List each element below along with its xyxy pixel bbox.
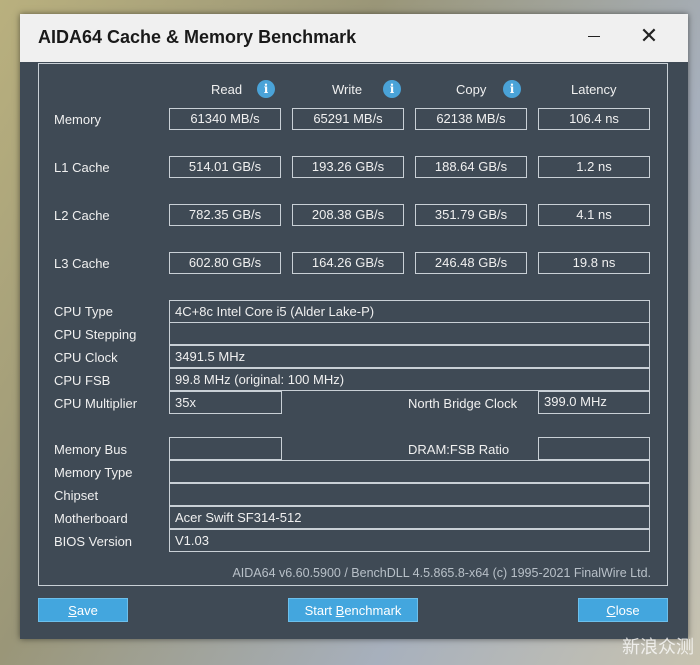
row-label-memory: Memory: [54, 112, 101, 127]
minimize-button[interactable]: [582, 24, 606, 48]
row-label-l3-cache: L3 Cache: [54, 256, 110, 271]
start-label-rest: enchmark: [344, 603, 402, 618]
bios-version-value: V1.03: [169, 529, 650, 552]
column-header-read: Read: [211, 82, 243, 97]
chipset-value: [169, 483, 650, 506]
cpu-fsb-value: 99.8 MHz (original: 100 MHz): [169, 368, 650, 391]
cpu-multiplier-label: CPU Multiplier: [54, 396, 138, 411]
row-label-l2-cache: L2 Cache: [54, 208, 110, 223]
l2-copy-value: 351.79 GB/s: [415, 204, 527, 226]
cpu-type-value: 4C+8c Intel Core i5 (Alder Lake-P): [169, 300, 650, 323]
benchmark-window: AIDA64 Cache & Memory Benchmark ✕ Read i…: [20, 14, 688, 639]
window-title: AIDA64 Cache & Memory Benchmark: [38, 27, 357, 47]
l1-copy-value: 188.64 GB/s: [415, 156, 527, 178]
l2-latency-value: 4.1 ns: [538, 204, 650, 226]
cpu-clock-label: CPU Clock: [54, 350, 118, 365]
cpu-fsb-label: CPU FSB: [54, 373, 111, 388]
memory-latency-value: 106.4 ns: [538, 108, 650, 130]
close-label-rest: lose: [615, 603, 640, 618]
cpu-clock-value: 3491.5 MHz: [169, 345, 650, 368]
watermark: 新浪众测: [622, 637, 694, 658]
l3-write-value: 164.26 GB/s: [292, 252, 404, 274]
window-close-button[interactable]: ✕: [637, 24, 661, 48]
memory-type-value: [169, 460, 650, 483]
close-hotkey: C: [606, 603, 616, 618]
l1-read-value: 514.01 GB/s: [169, 156, 281, 178]
l3-read-value: 602.80 GB/s: [169, 252, 281, 274]
dram-fsb-ratio-label: DRAM:FSB Ratio: [408, 442, 510, 457]
l1-write-value: 193.26 GB/s: [292, 156, 404, 178]
north-bridge-clock-label: North Bridge Clock: [408, 396, 518, 411]
start-label-pre: Start: [304, 603, 336, 618]
info-icon[interactable]: i: [257, 80, 275, 98]
motherboard-value: Acer Swift SF314-512: [169, 506, 650, 529]
row-label-l1-cache: L1 Cache: [54, 160, 110, 175]
cpu-stepping-value: [169, 322, 650, 345]
close-button[interactable]: Close: [578, 598, 668, 622]
motherboard-label: Motherboard: [54, 511, 128, 526]
title-bar: AIDA64 Cache & Memory Benchmark ✕: [20, 14, 688, 62]
save-label-rest: ave: [76, 603, 98, 618]
results-panel: Read i Write i Copy i Latency Memory 613…: [38, 63, 668, 586]
save-button[interactable]: Save: [38, 598, 128, 622]
info-icon[interactable]: i: [503, 80, 521, 98]
cpu-type-label: CPU Type: [54, 304, 114, 319]
l3-latency-value: 19.8 ns: [538, 252, 650, 274]
cpu-multiplier-value: 35x: [169, 391, 282, 414]
column-header-latency: Latency: [571, 82, 617, 97]
bios-version-label: BIOS Version: [54, 534, 133, 549]
memory-bus-value: [169, 437, 282, 460]
memory-write-value: 65291 MB/s: [292, 108, 404, 130]
chipset-label: Chipset: [54, 488, 99, 503]
dram-fsb-ratio-value: [538, 437, 650, 460]
info-icon[interactable]: i: [383, 80, 401, 98]
start-benchmark-button[interactable]: Start Benchmark: [288, 598, 418, 622]
memory-copy-value: 62138 MB/s: [415, 108, 527, 130]
cpu-stepping-label: CPU Stepping: [54, 327, 137, 342]
north-bridge-clock-value: 399.0 MHz: [538, 391, 650, 414]
column-header-write: Write: [332, 82, 363, 97]
l1-latency-value: 1.2 ns: [538, 156, 650, 178]
l2-write-value: 208.38 GB/s: [292, 204, 404, 226]
save-hotkey: S: [68, 603, 77, 618]
memory-read-value: 61340 MB/s: [169, 108, 281, 130]
l3-copy-value: 246.48 GB/s: [415, 252, 527, 274]
l2-read-value: 782.35 GB/s: [169, 204, 281, 226]
memory-type-label: Memory Type: [54, 465, 133, 480]
memory-bus-label: Memory Bus: [54, 442, 127, 457]
version-copyright-text: AIDA64 v6.60.5900 / BenchDLL 4.5.865.8-x…: [232, 566, 651, 580]
column-header-copy: Copy: [456, 82, 487, 97]
